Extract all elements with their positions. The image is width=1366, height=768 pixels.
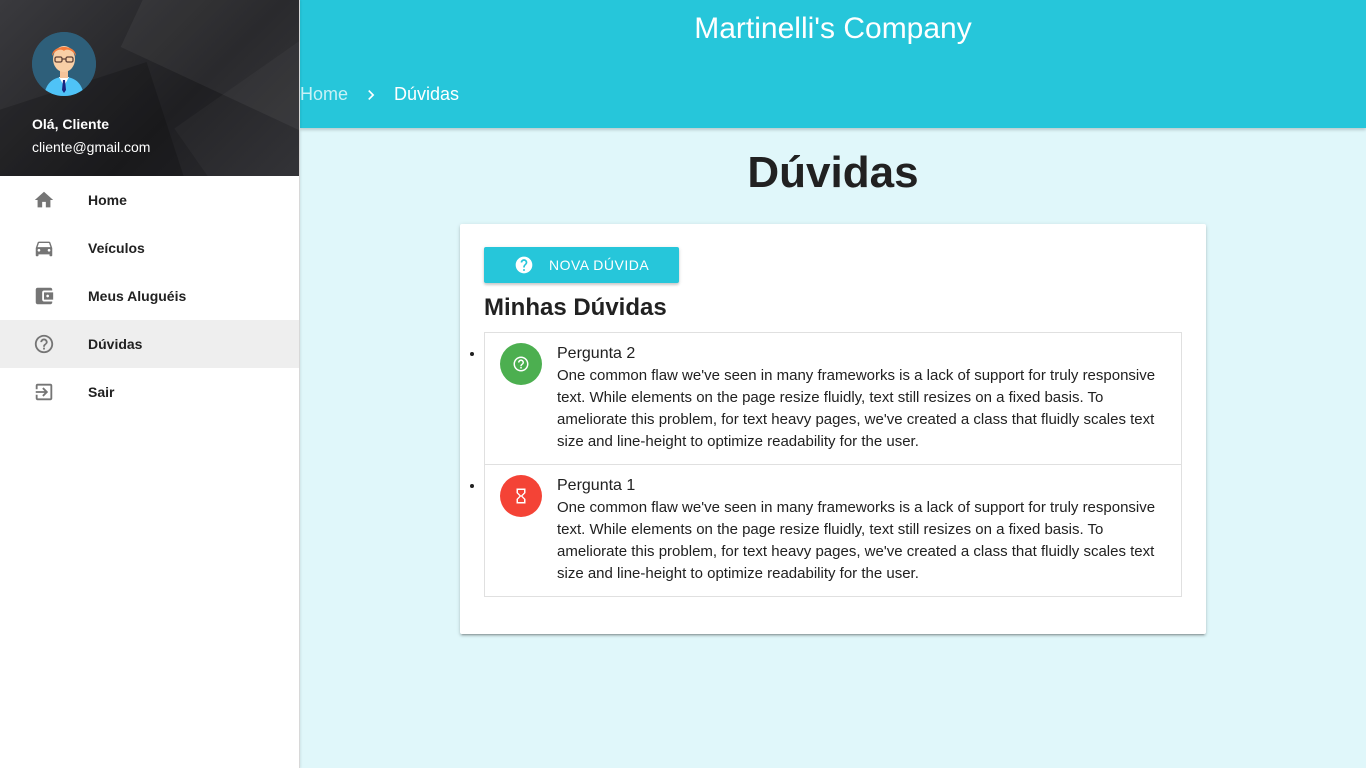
question-title: Pergunta 2 bbox=[557, 345, 636, 362]
breadcrumb: Home Dúvidas bbox=[300, 84, 459, 105]
top-header: Martinelli's Company Home Dúvidas bbox=[300, 0, 1366, 128]
car-icon bbox=[32, 236, 56, 260]
question-text: One common flaw we've seen in many frame… bbox=[557, 367, 1156, 450]
user-avatar-icon[interactable] bbox=[32, 32, 96, 96]
sidebar-item-label: Veículos bbox=[88, 240, 145, 256]
chevron-right-icon bbox=[348, 85, 394, 105]
question-title: Pergunta 1 bbox=[557, 477, 636, 494]
questions-list: Pergunta 2 One common flaw we've seen in… bbox=[484, 332, 1182, 597]
section-title: Minhas Dúvidas bbox=[484, 294, 667, 321]
sidebar-item-meus-alugueis[interactable]: Meus Aluguéis bbox=[0, 272, 299, 320]
help-circle-icon bbox=[32, 332, 56, 356]
user-view: Olá, Cliente cliente@gmail.com bbox=[0, 0, 299, 176]
brand-logo[interactable]: Martinelli's Company bbox=[300, 12, 1366, 46]
help-icon bbox=[514, 255, 534, 275]
list-item[interactable]: Pergunta 1 One common flaw we've seen in… bbox=[485, 465, 1181, 596]
page-title: Dúvidas bbox=[747, 148, 919, 197]
breadcrumb-current: Dúvidas bbox=[394, 84, 460, 104]
home-icon bbox=[32, 188, 56, 212]
question-text: One common flaw we've seen in many frame… bbox=[557, 499, 1156, 582]
list-item[interactable]: Pergunta 2 One common flaw we've seen in… bbox=[485, 333, 1181, 465]
wallet-icon bbox=[32, 284, 56, 308]
sidebar-nav: Home Veículos Meus Aluguéis Dúvidas Sair bbox=[0, 176, 299, 416]
user-greeting: Olá, Cliente bbox=[32, 116, 110, 132]
sidebar-item-sair[interactable]: Sair bbox=[0, 368, 299, 416]
sidebar-item-label: Home bbox=[88, 192, 127, 208]
sidebar-item-label: Dúvidas bbox=[88, 336, 143, 352]
help-icon bbox=[500, 343, 542, 385]
sidebar: Olá, Cliente cliente@gmail.com Home Veíc… bbox=[0, 0, 300, 768]
new-question-button[interactable]: NOVA DÚVIDA bbox=[484, 247, 680, 283]
sidebar-item-label: Meus Aluguéis bbox=[88, 288, 187, 304]
sidebar-item-label: Sair bbox=[88, 384, 115, 400]
new-question-label: NOVA DÚVIDA bbox=[549, 257, 650, 273]
sidebar-item-veiculos[interactable]: Veículos bbox=[0, 224, 299, 272]
exit-icon bbox=[32, 380, 56, 404]
breadcrumb-home[interactable]: Home bbox=[300, 84, 348, 105]
sidebar-item-duvidas[interactable]: Dúvidas bbox=[0, 320, 299, 368]
user-email: cliente@gmail.com bbox=[32, 139, 151, 155]
questions-card: NOVA DÚVIDA Minhas Dúvidas Pergunta 2 On… bbox=[460, 224, 1206, 634]
hourglass-icon bbox=[500, 475, 542, 517]
sidebar-item-home[interactable]: Home bbox=[0, 176, 299, 224]
